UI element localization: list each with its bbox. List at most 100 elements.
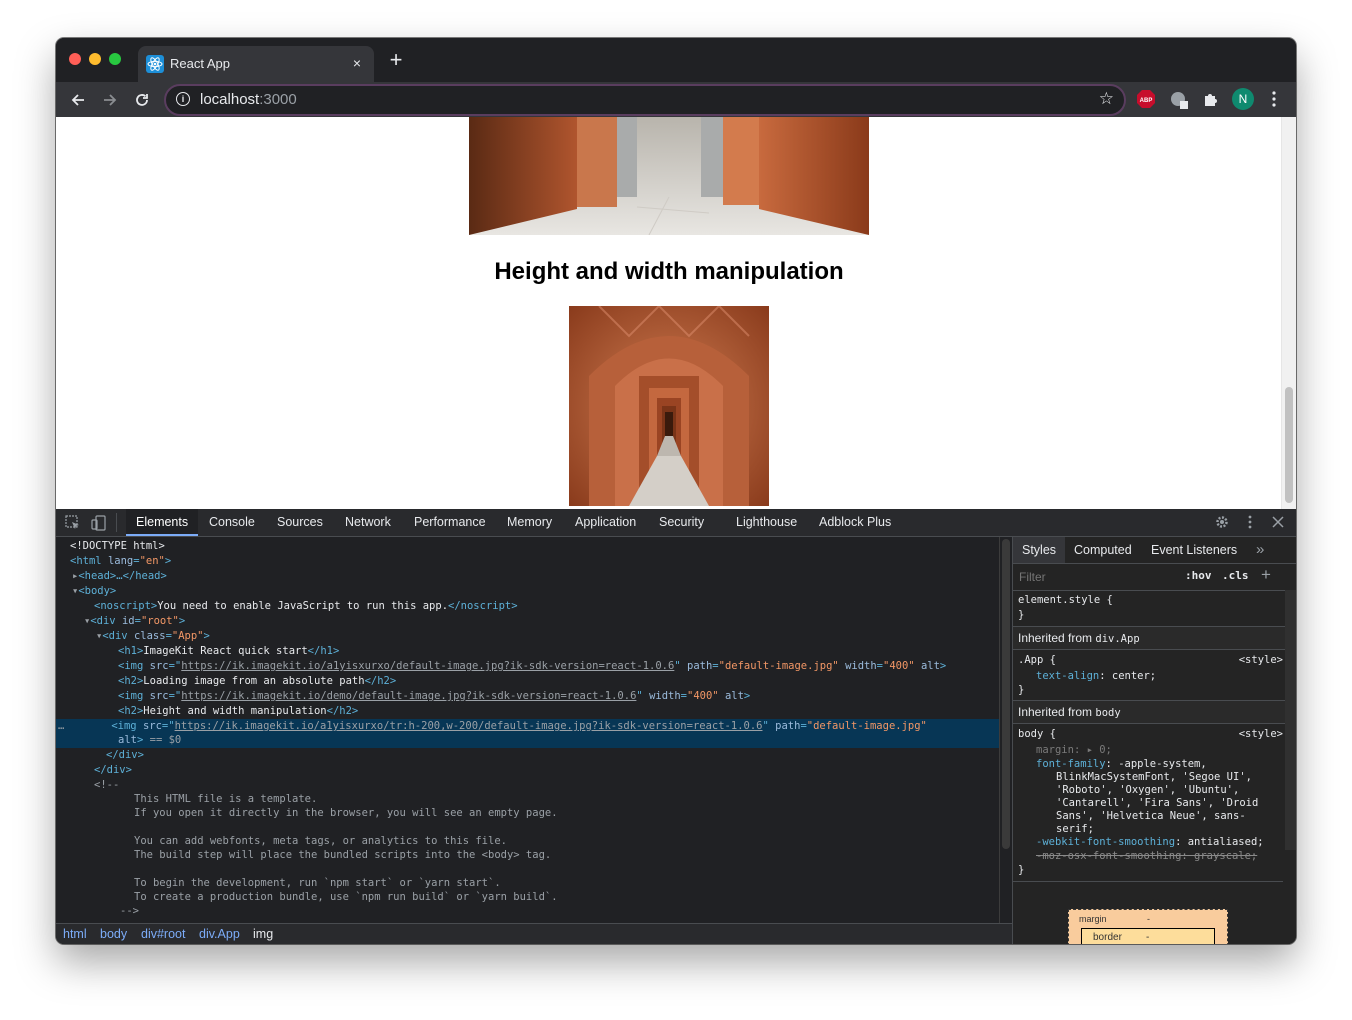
dom-line[interactable]: <!DOCTYPE html> [56, 539, 999, 554]
collapse-triangle-icon[interactable]: ▾ [56, 630, 102, 642]
dom-line[interactable]: <html lang="en"> [56, 554, 999, 569]
dom-line[interactable]: </div> [56, 748, 999, 763]
styles-divider [1013, 881, 1283, 882]
forward-arrow-icon[interactable] [98, 88, 122, 112]
dom-line[interactable]: ▾<body> [56, 584, 999, 599]
tab-console[interactable]: Console [199, 509, 265, 536]
close-window-button[interactable] [69, 53, 81, 65]
devtools-panel: Elements Console Sources Network Perform… [56, 509, 1296, 944]
tab-security[interactable]: Security [649, 509, 714, 536]
add-rule-button[interactable]: + [1261, 565, 1271, 585]
css-property[interactable]: font-family: -apple-system, [1036, 758, 1207, 771]
devtools-tabbar: Elements Console Sources Network Perform… [56, 509, 1296, 537]
style-source-link[interactable]: <style> [1239, 728, 1283, 741]
react-logo-icon [146, 55, 164, 73]
avatar[interactable]: N [1232, 88, 1254, 110]
breadcrumb-div-root[interactable]: div#root [141, 924, 185, 944]
puzzle-icon[interactable] [1202, 90, 1220, 113]
box-model-margin-value[interactable]: - [1147, 914, 1150, 924]
tab-application[interactable]: Application [565, 509, 646, 536]
img-src-link[interactable]: https://ik.imagekit.io/a1yisxurxo/defaul… [181, 660, 674, 672]
tab-network[interactable]: Network [335, 509, 401, 536]
dom-line[interactable]: <h1>ImageKit React quick start</h1> [56, 644, 999, 659]
dom-line[interactable]: <img src="https://ik.imagekit.io/a1yisxu… [56, 659, 999, 674]
tab-styles[interactable]: Styles [1013, 537, 1066, 563]
dom-line[interactable]: ▾<div id="root"> [56, 614, 999, 629]
adblock-icon[interactable]: ABP [1137, 90, 1155, 113]
minimize-window-button[interactable] [89, 53, 101, 65]
dom-line[interactable]: --> [56, 904, 999, 919]
css-property[interactable]: -webkit-font-smoothing: antialiased; [1036, 836, 1264, 849]
tab-elements[interactable]: Elements [126, 509, 199, 536]
more-tabs-icon[interactable]: » [1247, 537, 1273, 563]
back-arrow-icon[interactable] [66, 88, 90, 112]
gear-icon[interactable] [1214, 514, 1230, 533]
reload-icon[interactable] [130, 88, 154, 112]
img-src-link[interactable]: https://ik.imagekit.io/demo/default-imag… [181, 690, 636, 702]
tab-sources[interactable]: Sources [267, 509, 333, 536]
tab-computed[interactable]: Computed [1065, 537, 1141, 563]
expand-triangle-icon[interactable]: ▸ [56, 570, 78, 582]
dom-line[interactable]: <img src="https://ik.imagekit.io/demo/de… [56, 689, 999, 704]
close-icon[interactable] [1272, 514, 1284, 533]
inspect-element-icon[interactable] [65, 515, 81, 531]
style-source-link[interactable]: <style> [1239, 654, 1283, 667]
dom-line[interactable]: ▾<div class="App"> [56, 629, 999, 644]
breadcrumb-img[interactable]: img [253, 924, 273, 944]
breadcrumb-body[interactable]: body [100, 924, 127, 944]
page-scrollbar[interactable] [1281, 117, 1296, 509]
tab-close-icon[interactable]: × [348, 54, 366, 72]
new-tab-button[interactable]: + [386, 49, 406, 71]
dom-line[interactable]: ▸<head>…</head> [56, 569, 999, 584]
css-property[interactable]: margin: ▸ 0; [1036, 744, 1112, 757]
device-toolbar-icon[interactable] [91, 515, 107, 531]
tab-event-listeners[interactable]: Event Listeners [1142, 537, 1246, 563]
cls-toggle[interactable]: .cls [1222, 569, 1249, 582]
css-property-overridden[interactable]: -moz-osx-font-smoothing: grayscale; [1036, 850, 1257, 863]
zoom-window-button[interactable] [109, 53, 121, 65]
dom-line[interactable]: <!-- [56, 778, 999, 793]
tab-lighthouse[interactable]: Lighthouse [726, 509, 807, 536]
dom-comment-line: The build step will place the bundled sc… [134, 849, 552, 861]
inherited-body-header: Inherited from body [1013, 700, 1288, 724]
collapse-triangle-icon[interactable]: ▾ [56, 585, 78, 597]
dom-line[interactable]: <h2>Height and width manipulation</h2> [56, 704, 999, 719]
hov-toggle[interactable]: :hov [1185, 569, 1212, 582]
corridor-image [569, 306, 769, 506]
address-bar[interactable]: i localhost:3000 ☆ [164, 84, 1126, 116]
collapse-triangle-icon[interactable]: ▾ [56, 615, 90, 627]
css-property[interactable]: text-align: center; [1036, 670, 1156, 683]
img-src-link[interactable]: https://ik.imagekit.io/a1yisxurxo/tr:h-2… [175, 720, 763, 732]
dom-comment-line: If you open it directly in the browser, … [134, 807, 558, 819]
elements-scrollbar-thumb[interactable] [1002, 539, 1010, 849]
page-scrollbar-thumb[interactable] [1285, 387, 1293, 503]
breadcrumb-html[interactable]: html [63, 924, 87, 944]
tab-memory[interactable]: Memory [497, 509, 562, 536]
dom-comment-line: To begin the development, run `npm start… [134, 877, 501, 889]
dom-line-selected[interactable]: alt> == $0 [56, 733, 999, 748]
box-model-border-value[interactable]: - [1146, 932, 1149, 943]
rule-close-brace: } [1018, 609, 1025, 621]
box-model-margin-label: margin [1079, 914, 1107, 924]
styles-pane: Styles Computed Event Listeners » :hov .… [1012, 537, 1296, 944]
browser-tab[interactable]: React App × [138, 46, 374, 82]
kebab-menu-icon[interactable] [1268, 90, 1280, 113]
devtools-menu-icon[interactable] [1246, 514, 1254, 533]
elements-scrollbar[interactable] [999, 537, 1013, 923]
dom-line[interactable]: </div> [56, 763, 999, 778]
dom-comment-line: To create a production bundle, use `npm … [134, 891, 558, 903]
dom-line[interactable]: <noscript>You need to enable JavaScript … [56, 599, 999, 614]
dom-line-selected[interactable]: … <img src="https://ik.imagekit.io/a1yisx… [56, 719, 999, 734]
css-value-continued: BlinkMacSystemFont, 'Segoe UI', [1056, 771, 1252, 783]
styles-scrollbar[interactable] [1285, 590, 1296, 850]
styles-filter-input[interactable] [1017, 567, 1175, 587]
tab-performance[interactable]: Performance [404, 509, 496, 536]
star-icon[interactable]: ☆ [1099, 89, 1114, 109]
extension-icon[interactable] [1169, 90, 1189, 115]
breadcrumb-div-app[interactable]: div.App [199, 924, 240, 944]
dom-line[interactable]: <h2>Loading image from an absolute path<… [56, 674, 999, 689]
tab-adblock-plus[interactable]: Adblock Plus [809, 509, 901, 536]
css-value-continued: Sans', 'Helvetica Neue', sans- [1056, 810, 1246, 822]
info-icon[interactable]: i [176, 92, 190, 106]
url-text: localhost:3000 [200, 91, 297, 108]
